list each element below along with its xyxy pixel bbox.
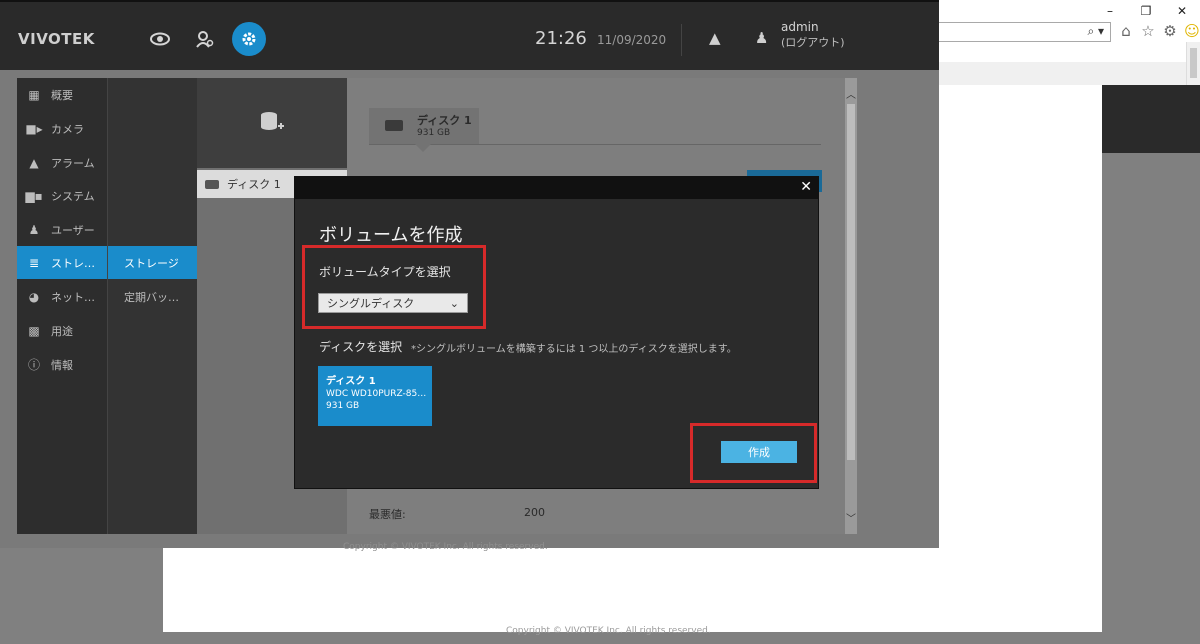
gear-icon[interactable]: ⚙ bbox=[1161, 22, 1179, 40]
disk-tab[interactable]: ディスク 1 931 GB bbox=[369, 108, 479, 144]
disk-tab-size: 931 GB bbox=[417, 128, 451, 138]
sidebar-item-apps[interactable]: ▩ 用途 bbox=[17, 314, 107, 347]
alarm-icon: ▲ bbox=[29, 155, 39, 170]
username: admin bbox=[781, 20, 819, 34]
star-icon[interactable]: ☆ bbox=[1139, 22, 1157, 40]
home-icon[interactable]: ⌂ bbox=[1117, 22, 1135, 40]
network-icon: ◕ bbox=[28, 289, 40, 304]
sidebar-item-label: 情報 bbox=[51, 358, 73, 372]
user-icon: ♟ bbox=[755, 29, 769, 47]
address-bar[interactable]: ⌕ ▾ bbox=[939, 22, 1111, 42]
smiley-icon[interactable]: ☺ bbox=[1183, 22, 1200, 40]
subnav-item-scheduled-backup[interactable]: 定期バッ… bbox=[108, 280, 198, 313]
select-disk-label: ディスクを選択 bbox=[319, 340, 403, 354]
overview-icon: ▦ bbox=[28, 87, 40, 102]
browser-strip bbox=[939, 62, 1200, 85]
create-volume-dialog: ✕ ボリュームを作成 ボリュームタイプを選択 シングルディスク ⌄ ディスクを選… bbox=[294, 176, 819, 489]
user-icon: ♟ bbox=[28, 222, 40, 237]
apps-icon: ▩ bbox=[28, 323, 40, 338]
disk-icon bbox=[205, 179, 219, 189]
clock-time: 21:26 bbox=[535, 28, 587, 49]
disk-list-item-label: ディスク 1 bbox=[227, 178, 281, 191]
worst-value: 200 bbox=[524, 506, 545, 519]
browser-icons: ⌂ ☆ ⚙ ☺ bbox=[1117, 22, 1200, 40]
disk-card-model: WDC WD10PURZ-85… bbox=[326, 389, 427, 399]
sidebar-item-user[interactable]: ♟ ユーザー bbox=[17, 213, 107, 246]
sidebar-item-system[interactable]: ▆▪ システム bbox=[17, 179, 107, 212]
disk-list-header bbox=[197, 78, 347, 168]
user-search-icon[interactable] bbox=[188, 22, 222, 56]
sidebar: ▦ 概要 ■▸ カメラ ▲ アラーム ▆▪ システム ♟ ユーザー ≣ ストレ… ◕ ネット…… bbox=[17, 78, 107, 534]
sidebar-item-label: システム bbox=[51, 189, 95, 203]
background-copyright: Copyright © VIVOTEK Inc. All rights rese… bbox=[506, 626, 711, 636]
disk-icon bbox=[385, 120, 403, 131]
sidebar-item-storage[interactable]: ≣ ストレ… bbox=[17, 246, 107, 279]
scrollbar-thumb[interactable] bbox=[1190, 48, 1197, 78]
sidebar-item-overview[interactable]: ▦ 概要 bbox=[17, 78, 107, 111]
subnav-item-storage[interactable]: ストレージ bbox=[108, 246, 198, 279]
tab-pointer bbox=[415, 144, 431, 152]
browser-toolbar: – ❐ ✕ ⌕ ▾ ⌂ ☆ ⚙ ☺ bbox=[939, 0, 1200, 62]
disk-card-size: 931 GB bbox=[326, 401, 360, 411]
sidebar-item-alarm[interactable]: ▲ アラーム bbox=[17, 146, 107, 179]
disk-card[interactable]: ディスク 1 WDC WD10PURZ-85… 931 GB bbox=[318, 366, 432, 426]
background-page-footer bbox=[163, 548, 1102, 632]
close-icon[interactable]: ✕ bbox=[800, 179, 812, 195]
dialog-header: ✕ bbox=[295, 177, 818, 199]
chevron-up-icon[interactable]: ︿ bbox=[846, 86, 856, 101]
storage-icon: ≣ bbox=[28, 255, 40, 270]
copyright: Copyright © VIVOTEK Inc. All rights rese… bbox=[343, 542, 548, 552]
chevron-down-icon[interactable]: ﹀ bbox=[846, 510, 856, 525]
close-window-button[interactable]: ✕ bbox=[1164, 0, 1200, 22]
sidebar-item-label: ユーザー bbox=[51, 223, 95, 237]
highlight-box bbox=[690, 423, 817, 483]
sidebar-item-info[interactable]: ⓘ 情報 bbox=[17, 348, 107, 381]
camera-icon: ■▸ bbox=[25, 121, 43, 136]
tab-underline bbox=[369, 144, 821, 145]
background-page bbox=[939, 85, 1102, 548]
disk-tab-name: ディスク 1 bbox=[417, 114, 472, 127]
clock-date: 11/09/2020 bbox=[597, 33, 667, 47]
top-bar: VIVOTEK 21:26 11/09/2020 ▲ ♟ admin (ログアウ… bbox=[0, 0, 939, 70]
disk-card-name: ディスク 1 bbox=[326, 376, 376, 387]
divider bbox=[681, 24, 682, 56]
sidebar-item-label: ネット… bbox=[51, 290, 95, 304]
background-header-band bbox=[1102, 85, 1200, 153]
window-controls: – ❐ ✕ bbox=[1092, 0, 1200, 22]
system-icon: ▆▪ bbox=[25, 188, 43, 203]
sidebar-item-label: ストレ… bbox=[51, 256, 95, 270]
sidebar-item-label: 用途 bbox=[51, 324, 73, 338]
sidebar-item-label: 概要 bbox=[51, 88, 73, 102]
sidebar-item-camera[interactable]: ■▸ カメラ bbox=[17, 112, 107, 145]
settings-gear-icon[interactable] bbox=[232, 22, 266, 56]
main-scrollbar[interactable]: ︿ ﹀ bbox=[845, 78, 857, 534]
sub-navigation: ストレージ 定期バッ… bbox=[107, 78, 198, 534]
sidebar-item-network[interactable]: ◕ ネット… bbox=[17, 280, 107, 313]
bell-icon[interactable]: ▲ bbox=[709, 29, 721, 47]
browser-scrollbar[interactable] bbox=[1186, 42, 1200, 85]
worst-value-label: 最悪値: bbox=[369, 508, 406, 521]
minimize-button[interactable]: – bbox=[1092, 0, 1128, 22]
restore-button[interactable]: ❐ bbox=[1128, 0, 1164, 22]
info-icon: ⓘ bbox=[27, 358, 40, 372]
add-volume-icon[interactable] bbox=[259, 110, 285, 139]
select-disk-hint: *シングルボリュームを構築するには 1 つ以上のディスクを選択します。 bbox=[411, 344, 737, 355]
highlight-box bbox=[302, 245, 486, 329]
vivotek-logo: VIVOTEK bbox=[18, 30, 95, 48]
logout-link[interactable]: (ログアウト) bbox=[781, 34, 845, 50]
dialog-title: ボリュームを作成 bbox=[319, 225, 463, 246]
sidebar-item-label: カメラ bbox=[51, 122, 84, 136]
eye-icon[interactable] bbox=[143, 22, 177, 56]
search-icon[interactable]: ⌕ ▾ bbox=[1087, 24, 1104, 39]
scrollbar-thumb[interactable] bbox=[847, 104, 855, 460]
sidebar-item-label: アラーム bbox=[51, 156, 95, 170]
